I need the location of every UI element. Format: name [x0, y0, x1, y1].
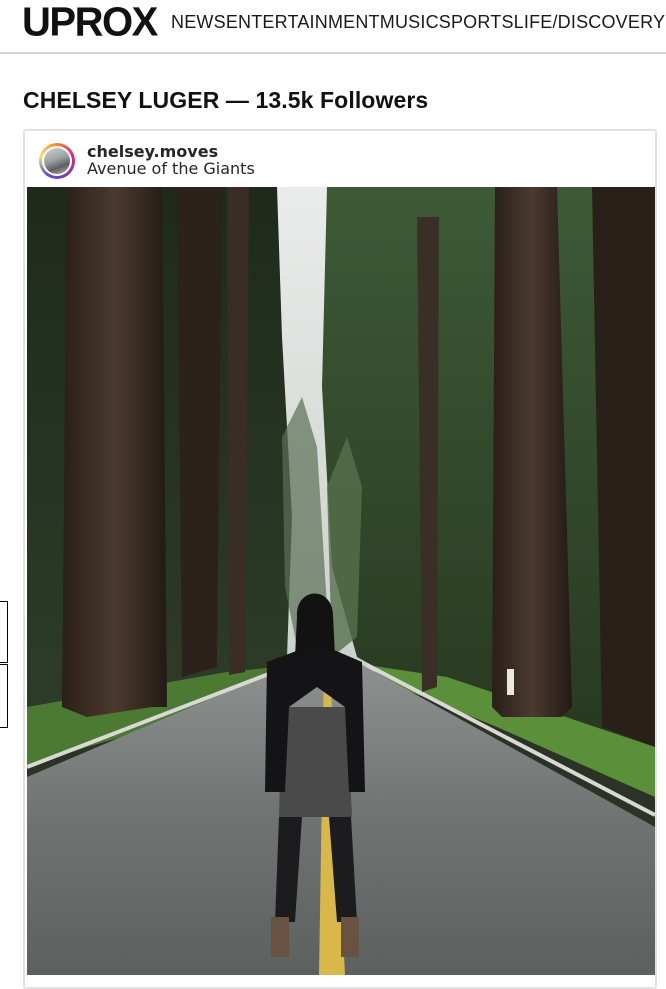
nav-item-sports[interactable]: SPORTS: [439, 11, 514, 33]
nav-item-news[interactable]: NEWS: [171, 11, 226, 33]
profile-avatar-icon: [44, 148, 70, 174]
instagram-embed-card: chelsey.moves Avenue of the Giants: [23, 129, 657, 989]
post-location[interactable]: Avenue of the Giants: [87, 160, 255, 178]
side-frame-upper: [0, 601, 8, 663]
main-nav: NEWS ENTERTAINMENT MUSIC SPORTS LIFE/ DI…: [171, 11, 665, 33]
nav-item-discovery[interactable]: DISCOVERY: [558, 11, 666, 33]
post-photo[interactable]: [27, 187, 655, 975]
nav-item-music[interactable]: MUSIC: [380, 11, 439, 33]
profile-heading: CHELSEY LUGER — 13.5k Followers: [23, 87, 429, 114]
avatar[interactable]: [39, 143, 75, 179]
site-header: UPROX NEWS ENTERTAINMENT MUSIC SPORTS LI…: [0, 0, 666, 54]
nav-item-entertainment[interactable]: ENTERTAINMENT: [226, 11, 380, 33]
site-logo[interactable]: UPROX: [22, 0, 158, 45]
nav-item-life[interactable]: LIFE/: [514, 11, 558, 33]
side-frame-lower: [0, 664, 8, 728]
forest-road-photo-icon: [27, 187, 655, 975]
avatar-ring-gap: [42, 146, 72, 176]
